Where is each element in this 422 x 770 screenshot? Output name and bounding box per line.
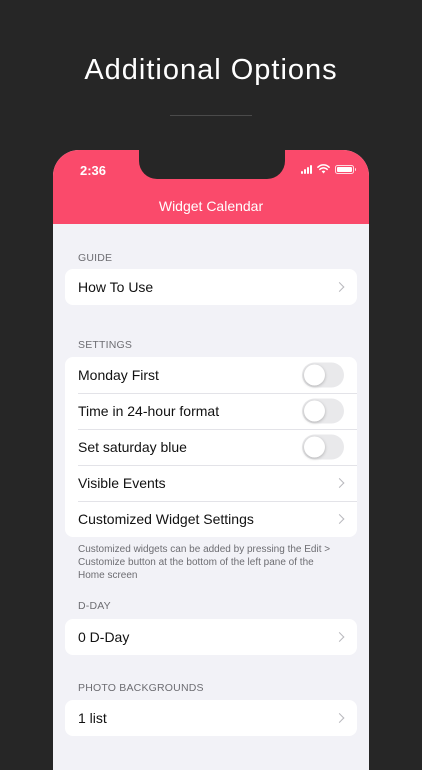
promo-headline: Additional Options bbox=[84, 54, 338, 86]
dday-group: 0 D-Day bbox=[65, 619, 357, 655]
row-customized-widget-settings[interactable]: Customized Widget Settings bbox=[65, 501, 357, 537]
chevron-right-icon bbox=[334, 713, 345, 723]
saturday-blue-toggle[interactable] bbox=[302, 434, 344, 460]
row-dday[interactable]: 0 D-Day bbox=[65, 619, 357, 655]
row-label: Visible Events bbox=[78, 475, 166, 491]
row-monday-first: Monday First bbox=[65, 357, 357, 393]
settings-group: Monday First Time in 24-hour format Set … bbox=[65, 357, 357, 537]
row-photo-list[interactable]: 1 list bbox=[65, 700, 357, 736]
section-header-settings: SETTINGS bbox=[78, 339, 133, 351]
battery-icon bbox=[335, 164, 356, 174]
row-label: 0 D-Day bbox=[78, 629, 130, 645]
status-time: 2:36 bbox=[80, 163, 107, 178]
chevron-right-icon bbox=[334, 478, 345, 488]
phone-notch bbox=[139, 150, 285, 179]
monday-first-toggle[interactable] bbox=[302, 362, 344, 388]
status-icons bbox=[301, 164, 356, 174]
photo-backgrounds-group: 1 list bbox=[65, 700, 357, 736]
chevron-right-icon bbox=[334, 514, 345, 524]
chevron-right-icon bbox=[334, 282, 345, 292]
row-24-hour-format: Time in 24-hour format bbox=[65, 393, 357, 429]
section-header-dday: D-DAY bbox=[78, 600, 111, 612]
row-label: Set saturday blue bbox=[78, 439, 187, 455]
settings-footnote: Customized widgets can be added by press… bbox=[78, 544, 331, 581]
phone-screen: 2:36 Widget Calendar GUIDE How To Use SE… bbox=[53, 150, 369, 770]
row-label: 1 list bbox=[78, 710, 107, 726]
wifi-icon bbox=[317, 164, 330, 174]
row-saturday-blue: Set saturday blue bbox=[65, 429, 357, 465]
cellular-signal-icon bbox=[301, 164, 312, 174]
row-label: Monday First bbox=[78, 367, 159, 383]
nav-title: Widget Calendar bbox=[158, 198, 264, 214]
row-label: How To Use bbox=[78, 279, 154, 295]
row-label: Time in 24-hour format bbox=[78, 403, 220, 419]
chevron-right-icon bbox=[334, 632, 345, 642]
navigation-header: 2:36 Widget Calendar bbox=[53, 150, 369, 224]
row-how-to-use[interactable]: How To Use bbox=[65, 269, 357, 305]
guide-group: How To Use bbox=[65, 269, 357, 305]
24-hour-format-toggle[interactable] bbox=[302, 398, 344, 424]
section-header-photo-backgrounds: PHOTO BACKGROUNDS bbox=[78, 682, 204, 694]
section-header-guide: GUIDE bbox=[78, 252, 113, 264]
row-label: Customized Widget Settings bbox=[78, 511, 254, 527]
row-visible-events[interactable]: Visible Events bbox=[65, 465, 357, 501]
headline-divider bbox=[170, 115, 252, 116]
